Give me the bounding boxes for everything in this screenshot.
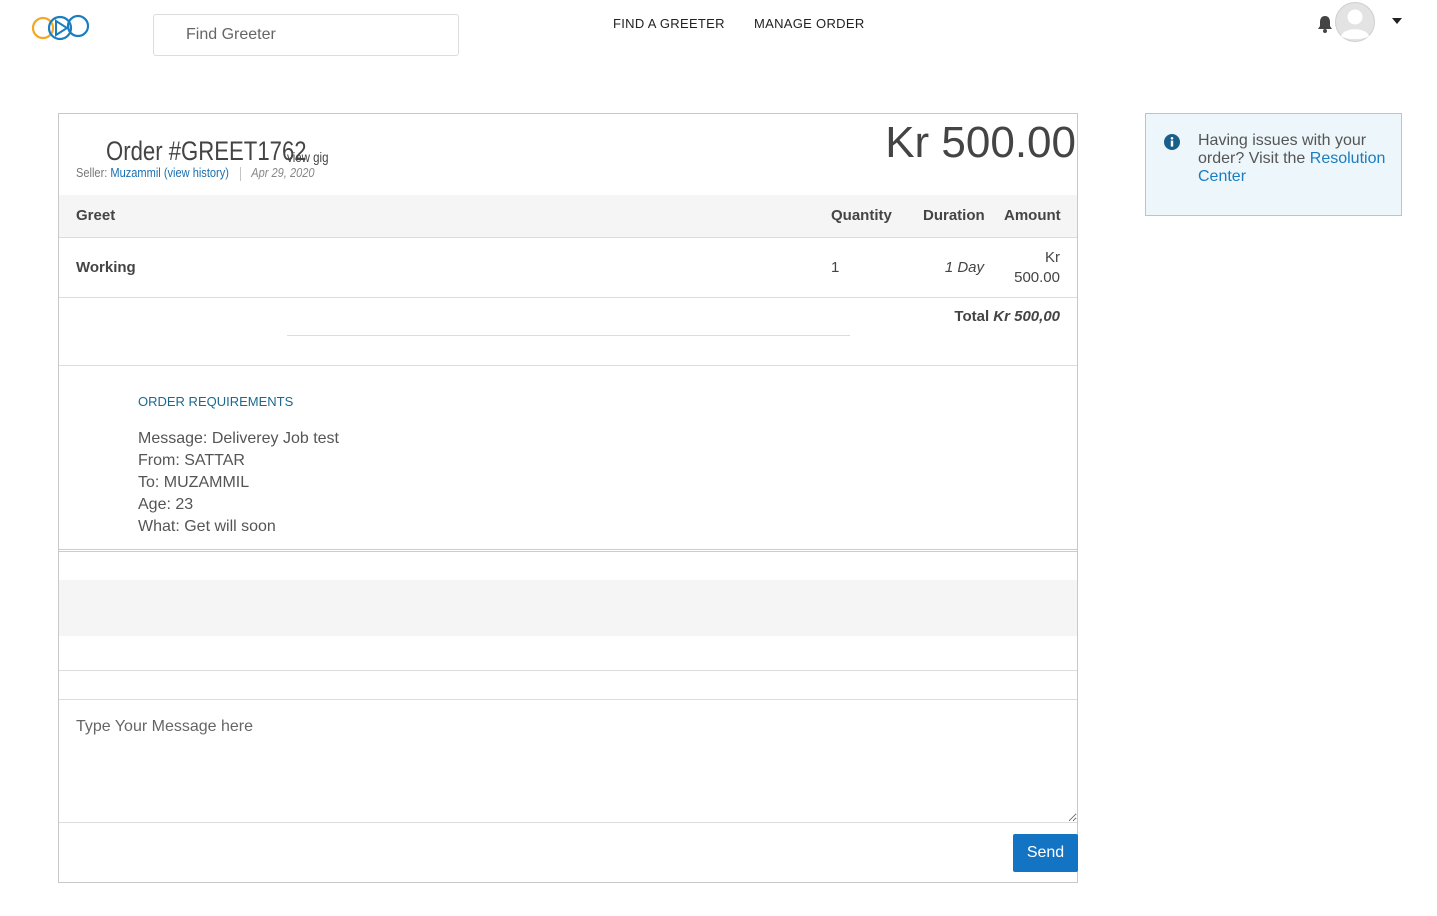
seller-label: Seller: (76, 165, 108, 180)
total-label: Total (954, 308, 990, 325)
list-item: From: SATTAR (138, 452, 245, 469)
row-amount-currency: Kr (1045, 249, 1060, 266)
avatar[interactable] (1335, 2, 1375, 42)
seller-line: Seller: Muzammil (view history) Apr 29, … (76, 165, 315, 181)
requirements-title: ORDER REQUIREMENTS (138, 394, 294, 409)
table-header: Greet Quantity Duration Amount (59, 195, 1077, 238)
column-header-duration: Duration (923, 207, 985, 224)
nav-manage-order[interactable]: MANAGE ORDER (754, 16, 865, 31)
divider (287, 335, 850, 336)
view-history-link[interactable]: (view history) (164, 165, 229, 180)
conversation-band (59, 580, 1077, 636)
row-quantity: 1 (831, 259, 840, 276)
bell-icon[interactable] (1315, 14, 1335, 34)
column-header-quantity: Quantity (831, 207, 892, 224)
requirements-list: Message: Deliverey Job test From: SATTAR… (138, 428, 339, 538)
send-button[interactable]: Send (1013, 834, 1078, 872)
list-item: What: Get will soon (138, 518, 276, 535)
seller-name-link[interactable]: Muzammil (110, 165, 160, 180)
list-item: To: MUZAMMIL (138, 474, 250, 491)
info-text: Having issues with your order? Visit the… (1198, 132, 1393, 186)
order-price: Kr 500.00 (885, 118, 1076, 167)
list-item: Age: 23 (138, 496, 194, 513)
total-section: Total Kr 500,00 (59, 298, 1077, 366)
divider (59, 670, 1077, 671)
row-greet: Working (76, 259, 136, 276)
order-date: Apr 29, 2020 (251, 165, 315, 180)
column-header-amount: Amount (1004, 207, 1061, 224)
resolution-info-box: Having issues with your order? Visit the… (1145, 113, 1402, 216)
divider (59, 822, 1077, 823)
divider (59, 551, 1077, 552)
column-header-greet: Greet (76, 207, 116, 224)
divider (239, 166, 241, 181)
row-duration: 1 Day (944, 259, 984, 276)
list-item: Message: Deliverey Job test (138, 430, 339, 447)
greeter-logo[interactable] (30, 2, 94, 50)
order-total: Total Kr 500,00 (954, 308, 1060, 325)
order-card: Order #GREET1762 view gig Seller: Muzamm… (58, 113, 1078, 883)
chevron-down-icon[interactable] (1392, 18, 1402, 24)
row-amount-value: 500.00 (1014, 269, 1060, 286)
message-input[interactable] (59, 700, 1077, 822)
nav-find-greeter[interactable]: FIND A GREETER (613, 16, 725, 31)
info-icon (1164, 134, 1180, 150)
order-title: Order #GREET1762 (106, 136, 307, 166)
divider (59, 549, 1077, 550)
table-row: Working 1 1 Day Kr 500.00 (59, 238, 1077, 298)
view-gig-link[interactable]: view gig (287, 149, 328, 165)
row-amount: Kr 500.00 (1014, 248, 1060, 288)
total-value: Kr 500,00 (993, 308, 1060, 325)
search-input[interactable] (153, 14, 459, 56)
